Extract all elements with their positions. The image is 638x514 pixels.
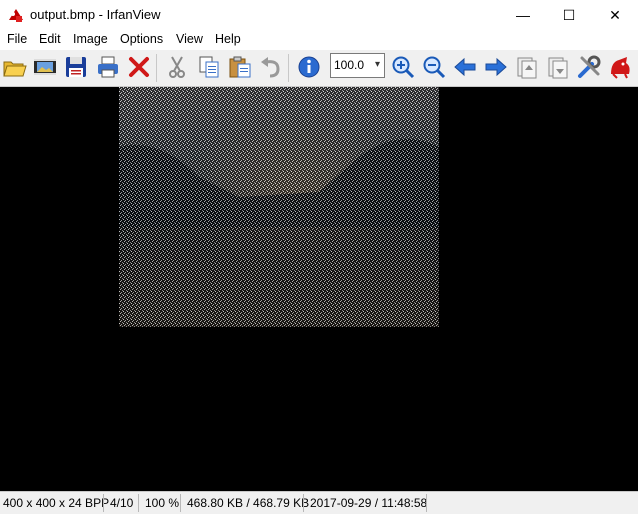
menu-edit[interactable]: Edit [39, 32, 61, 46]
status-separator [426, 494, 427, 512]
info-icon[interactable] [296, 54, 322, 80]
page-up-icon[interactable] [514, 54, 540, 80]
menu-options[interactable]: Options [120, 32, 163, 46]
status-index: 4/10 [110, 496, 134, 510]
page-down-icon[interactable] [545, 54, 571, 80]
status-filesize: 468.80 KB / 468.79 KB [187, 496, 310, 510]
chevron-down-icon: ▾ [374, 59, 380, 70]
paste-icon[interactable] [227, 54, 253, 80]
displayed-image [119, 87, 439, 327]
close-icon: ✕ [609, 6, 621, 23]
window-title: output.bmp - IrfanView [30, 7, 161, 22]
menu-image[interactable]: Image [73, 32, 108, 46]
status-dimensions: 400 x 400 x 24 BPP [3, 496, 110, 510]
print-icon[interactable] [95, 54, 121, 80]
menu-file[interactable]: File [7, 32, 27, 46]
maximize-icon: ☐ [562, 6, 576, 23]
menu-bar: File Edit Image Options View Help [0, 30, 638, 50]
toolbar-separator [156, 54, 157, 82]
undo-icon[interactable] [258, 54, 284, 80]
status-separator [303, 494, 304, 512]
zoom-value: 100.0 [334, 58, 365, 72]
zoom-in-icon[interactable] [390, 54, 416, 80]
zoom-out-icon[interactable] [421, 54, 447, 80]
settings-icon[interactable] [576, 54, 602, 80]
previous-icon[interactable] [452, 54, 478, 80]
toolbar-separator [288, 54, 289, 82]
next-icon[interactable] [483, 54, 509, 80]
toolbar [0, 50, 638, 87]
irfanview-app-icon[interactable] [7, 6, 25, 24]
status-separator [180, 494, 181, 512]
status-datetime: 2017-09-29 / 11:48:58 [310, 496, 428, 510]
open-icon[interactable] [2, 54, 28, 80]
close-button[interactable]: ✕ [592, 0, 638, 30]
menu-help[interactable]: Help [215, 32, 241, 46]
delete-icon[interactable] [126, 54, 152, 80]
copy-icon[interactable] [196, 54, 222, 80]
title-bar: output.bmp - IrfanView — ☐ ✕ [0, 0, 638, 30]
status-bar: 400 x 400 x 24 BPP 4/10 100 % 468.80 KB … [0, 491, 638, 514]
minimize-button[interactable]: — [500, 0, 546, 30]
irfan-logo-icon[interactable] [607, 54, 633, 80]
image-canvas[interactable] [2, 87, 636, 487]
cut-icon[interactable] [164, 54, 190, 80]
zoom-select[interactable]: 100.0 ▾ [330, 53, 385, 78]
status-zoom: 100 % [145, 496, 180, 510]
menu-view[interactable]: View [176, 32, 203, 46]
minimize-icon: — [516, 7, 530, 23]
status-separator [103, 494, 104, 512]
maximize-button[interactable]: ☐ [546, 0, 592, 30]
slideshow-icon[interactable] [32, 54, 58, 80]
status-separator [138, 494, 139, 512]
save-icon[interactable] [63, 54, 89, 80]
